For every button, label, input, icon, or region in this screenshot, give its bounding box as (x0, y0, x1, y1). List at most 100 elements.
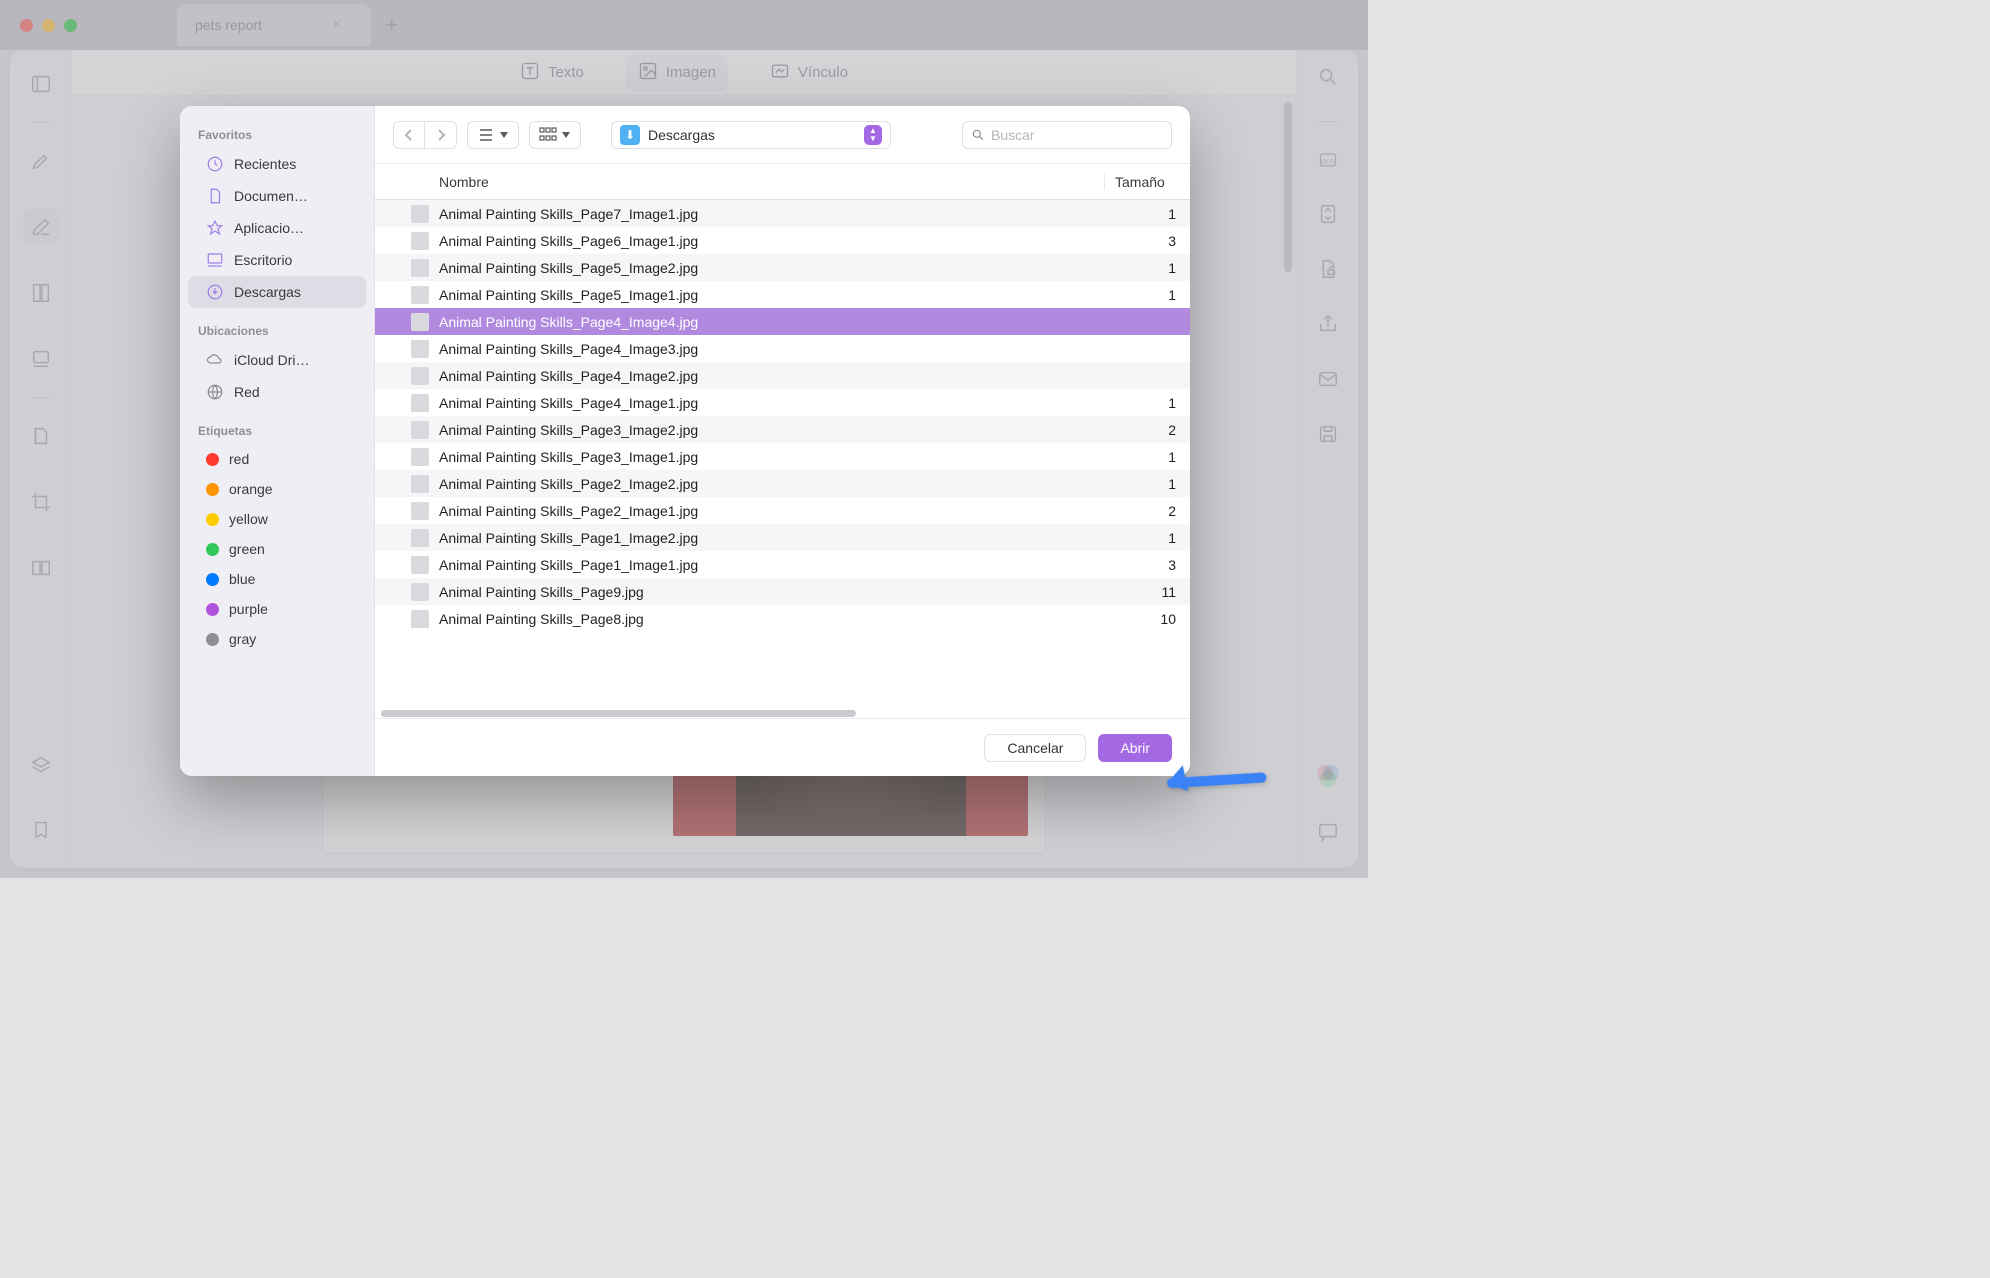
file-name: Animal Painting Skills_Page7_Image1.jpg (439, 206, 1112, 222)
file-thumbnail-icon (411, 529, 429, 547)
sidebar-item-desktop[interactable]: Escritorio (188, 244, 366, 276)
file-thumbnail-icon (411, 610, 429, 628)
file-row[interactable]: Animal Painting Skills_Page3_Image1.jpg1 (375, 443, 1190, 470)
sidebar-item-globe[interactable]: Red (188, 376, 366, 408)
file-name: Animal Painting Skills_Page5_Image1.jpg (439, 287, 1112, 303)
file-row[interactable]: Animal Painting Skills_Page5_Image2.jpg1 (375, 254, 1190, 281)
file-row[interactable]: Animal Painting Skills_Page2_Image1.jpg2 (375, 497, 1190, 524)
sidebar-item-clock[interactable]: Recientes (188, 148, 366, 180)
sidebar-tag-gray[interactable]: gray (188, 624, 366, 654)
sidebar-tag-red[interactable]: red (188, 444, 366, 474)
tag-dot-icon (206, 603, 219, 616)
file-name: Animal Painting Skills_Page1_Image2.jpg (439, 530, 1112, 546)
file-row[interactable]: Animal Painting Skills_Page1_Image2.jpg1 (375, 524, 1190, 551)
sidebar-tag-purple[interactable]: purple (188, 594, 366, 624)
tag-dot-icon (206, 513, 219, 526)
sidebar-item-label: Escritorio (234, 252, 292, 268)
nav-back-button[interactable] (393, 121, 425, 149)
sidebar-item-label: purple (229, 601, 268, 617)
file-name: Animal Painting Skills_Page5_Image2.jpg (439, 260, 1112, 276)
dialog-toolbar: ⬇ Descargas ▲▼ (375, 106, 1190, 164)
sidebar-tag-blue[interactable]: blue (188, 564, 366, 594)
sidebar-item-doc[interactable]: Documen… (188, 180, 366, 212)
file-row[interactable]: Animal Painting Skills_Page8.jpg10 (375, 605, 1190, 632)
file-list[interactable]: Animal Painting Skills_Page7_Image1.jpg1… (375, 200, 1190, 708)
file-row[interactable]: Animal Painting Skills_Page5_Image1.jpg1 (375, 281, 1190, 308)
file-thumbnail-icon (411, 502, 429, 520)
tag-dot-icon (206, 453, 219, 466)
file-thumbnail-icon (411, 313, 429, 331)
file-name: Animal Painting Skills_Page9.jpg (439, 584, 1112, 600)
open-button[interactable]: Abrir (1098, 734, 1172, 762)
file-row[interactable]: Animal Painting Skills_Page9.jpg11 (375, 578, 1190, 605)
file-size: 1 (1112, 395, 1190, 411)
column-headers: Nombre Tamaño (375, 164, 1190, 200)
horizontal-scrollbar[interactable] (375, 708, 1190, 718)
file-name: Animal Painting Skills_Page3_Image2.jpg (439, 422, 1112, 438)
group-menu-button[interactable] (529, 121, 581, 149)
file-name: Animal Painting Skills_Page2_Image1.jpg (439, 503, 1112, 519)
locations-heading: Ubicaciones (180, 320, 374, 344)
file-size: 3 (1112, 557, 1190, 573)
file-row[interactable]: Animal Painting Skills_Page4_Image1.jpg1 (375, 389, 1190, 416)
file-thumbnail-icon (411, 556, 429, 574)
file-row[interactable]: Animal Painting Skills_Page3_Image2.jpg2 (375, 416, 1190, 443)
sidebar-item-label: Red (234, 384, 260, 400)
file-name: Animal Painting Skills_Page2_Image2.jpg (439, 476, 1112, 492)
sidebar-tag-green[interactable]: green (188, 534, 366, 564)
dialog-footer: Cancelar Abrir (375, 718, 1190, 776)
file-size: 1 (1112, 530, 1190, 546)
file-name: Animal Painting Skills_Page6_Image1.jpg (439, 233, 1112, 249)
file-size: 1 (1112, 449, 1190, 465)
sidebar-item-label: yellow (229, 511, 268, 527)
file-size: 2 (1112, 503, 1190, 519)
file-row[interactable]: Animal Painting Skills_Page4_Image3.jpg (375, 335, 1190, 362)
file-thumbnail-icon (411, 394, 429, 412)
sidebar-item-label: iCloud Dri… (234, 352, 309, 368)
view-list-button[interactable] (467, 121, 519, 149)
sidebar-item-download[interactable]: Descargas (188, 276, 366, 308)
sidebar-item-cloud[interactable]: iCloud Dri… (188, 344, 366, 376)
file-row[interactable]: Animal Painting Skills_Page6_Image1.jpg3 (375, 227, 1190, 254)
tag-dot-icon (206, 543, 219, 556)
file-thumbnail-icon (411, 259, 429, 277)
dialog-sidebar: Favoritos RecientesDocumen…Aplicacio…Esc… (180, 106, 375, 776)
tag-dot-icon (206, 483, 219, 496)
file-thumbnail-icon (411, 367, 429, 385)
search-field[interactable] (962, 121, 1172, 149)
file-row[interactable]: Animal Painting Skills_Page4_Image4.jpg (375, 308, 1190, 335)
column-size[interactable]: Tamaño (1104, 174, 1190, 190)
sidebar-tag-orange[interactable]: orange (188, 474, 366, 504)
location-label: Descargas (648, 127, 856, 143)
sidebar-item-label: gray (229, 631, 256, 647)
folder-icon: ⬇ (620, 125, 640, 145)
file-thumbnail-icon (411, 340, 429, 358)
search-input[interactable] (991, 127, 1172, 143)
file-thumbnail-icon (411, 448, 429, 466)
file-row[interactable]: Animal Painting Skills_Page2_Image2.jpg1 (375, 470, 1190, 497)
file-thumbnail-icon (411, 286, 429, 304)
sidebar-item-label: Descargas (234, 284, 301, 300)
sidebar-tag-yellow[interactable]: yellow (188, 504, 366, 534)
nav-forward-button[interactable] (425, 121, 457, 149)
clock-icon (206, 155, 224, 173)
sidebar-item-label: Aplicacio… (234, 220, 304, 236)
file-name: Animal Painting Skills_Page4_Image4.jpg (439, 314, 1112, 330)
location-dropdown[interactable]: ⬇ Descargas ▲▼ (611, 121, 891, 149)
tag-dot-icon (206, 633, 219, 646)
sidebar-item-app[interactable]: Aplicacio… (188, 212, 366, 244)
file-row[interactable]: Animal Painting Skills_Page1_Image1.jpg3 (375, 551, 1190, 578)
file-row[interactable]: Animal Painting Skills_Page7_Image1.jpg1 (375, 200, 1190, 227)
cancel-button[interactable]: Cancelar (984, 734, 1086, 762)
column-name[interactable]: Nombre (375, 174, 1104, 190)
file-name: Animal Painting Skills_Page3_Image1.jpg (439, 449, 1112, 465)
file-thumbnail-icon (411, 232, 429, 250)
file-size: 1 (1112, 206, 1190, 222)
sidebar-item-label: red (229, 451, 249, 467)
desktop-icon (206, 251, 224, 269)
tag-dot-icon (206, 573, 219, 586)
file-size: 1 (1112, 260, 1190, 276)
app-icon (206, 219, 224, 237)
file-row[interactable]: Animal Painting Skills_Page4_Image2.jpg (375, 362, 1190, 389)
file-size: 1 (1112, 476, 1190, 492)
